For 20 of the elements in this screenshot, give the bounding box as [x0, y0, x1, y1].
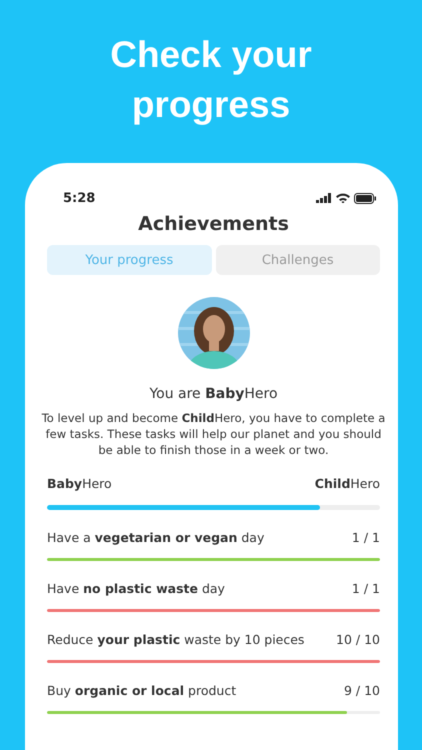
task-count: 10 / 10	[336, 632, 380, 647]
tab[interactable]: Challenges	[216, 245, 380, 275]
task-label: Reduce your plastic waste by 10 pieces	[47, 632, 304, 647]
signal-icon	[316, 193, 332, 203]
task-count: 1 / 1	[352, 530, 380, 545]
status-time: 5:28	[63, 190, 96, 206]
next-level-label: ChildHero	[314, 476, 380, 491]
wifi-icon	[336, 193, 350, 203]
headline: Check your progress	[109, 33, 313, 127]
tab[interactable]: Your progress	[47, 245, 212, 275]
task-label: Have no plastic waste day	[47, 581, 225, 596]
current-level-label: BabyHero	[47, 476, 112, 491]
battery-icon	[354, 192, 376, 204]
screen-title: Achievements	[137, 213, 290, 235]
description-text: To level up and become ChildHero, you have to complete a few tasks. These tasks will help our planet and you should be able to finish those in a week or two.	[41, 410, 386, 458]
task-count: 9 / 10	[344, 683, 380, 698]
task-label: Have a vegetarian or vegan day	[47, 530, 264, 545]
task-label: Buy organic or local product	[47, 683, 236, 698]
task-count: 1 / 1	[352, 581, 380, 596]
rank-text: You are BabyHero	[148, 386, 279, 402]
